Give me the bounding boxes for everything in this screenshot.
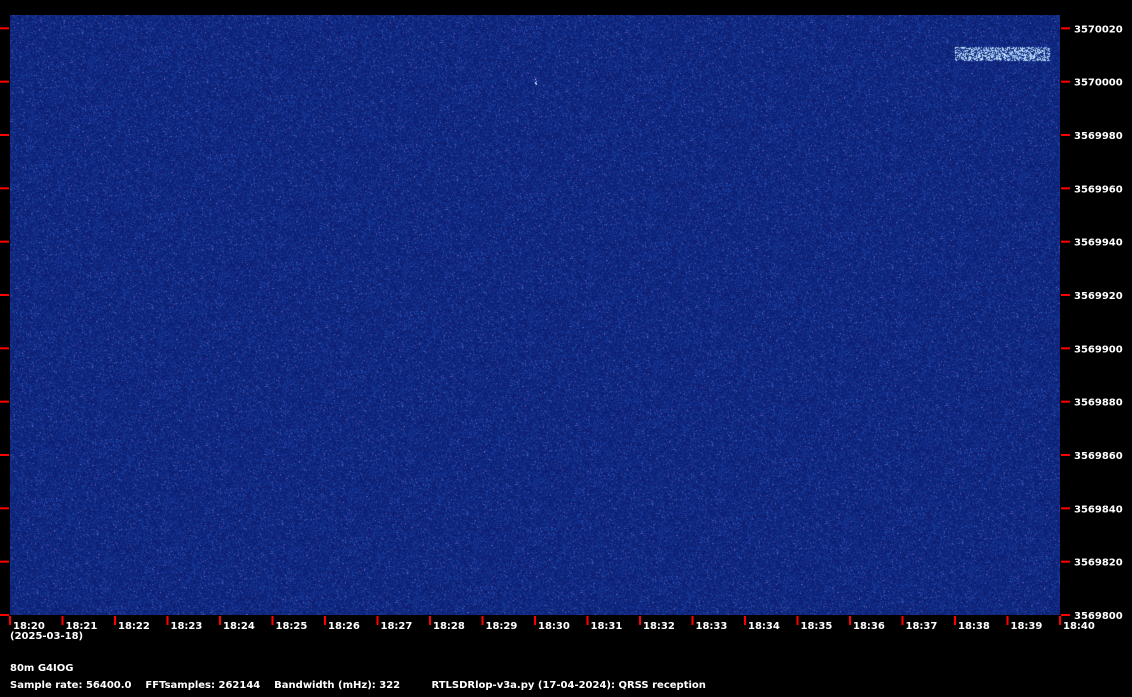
y-tick-label: 3569880 (1074, 398, 1123, 409)
y-tick-label: 3569840 (1074, 504, 1123, 515)
x-tick-label: 18:40 (1063, 621, 1095, 632)
x-tick-label: 18:33 (696, 621, 728, 632)
y-tick-label: 3569820 (1074, 558, 1123, 569)
x-tick-label: 18:31 (591, 621, 623, 632)
x-tick-label: 18:38 (958, 621, 990, 632)
x-tick-label: 18:37 (906, 621, 938, 632)
x-tick-label: 18:29 (486, 621, 518, 632)
y-tick-label: 3569900 (1074, 344, 1123, 355)
x-tick-label: 18:25 (276, 621, 308, 632)
x-tick-label: 18:36 (853, 621, 885, 632)
y-tick-label: 3569860 (1074, 451, 1123, 462)
axes-layer: 18:20 18:21 18:22 18:23 18:24 18:25 18:26 18:27… (0, 24, 1123, 632)
x-tick-label: 18:22 (118, 621, 150, 632)
y-tick-label: 3569940 (1074, 238, 1123, 249)
y-tick-label: 3569800 (1074, 611, 1123, 622)
y-tick-label: 3570000 (1074, 78, 1123, 89)
x-axis: 18:20 18:21 18:22 18:23 18:24 18:25 18:26 18:27… (9, 616, 1095, 632)
date-label: (2025-03-18) (10, 631, 84, 642)
y-tick-label: 3569960 (1074, 184, 1123, 195)
x-tick-label: 18:30 (538, 621, 570, 632)
x-tick-label: 18:32 (643, 621, 675, 632)
x-tick-label: 18:23 (171, 621, 203, 632)
y-axis: 3570020 3570000 3569980 3569960 3569940 35699… (0, 24, 1123, 622)
info-line: Sample rate: 56400.0 FFTsamples: 262144 … (10, 680, 706, 691)
y-tick-label: 3570020 (1074, 24, 1123, 35)
x-tick-label: 18:24 (223, 621, 255, 632)
x-tick-label: 18:28 (433, 621, 465, 632)
x-tick-label: 18:26 (328, 621, 360, 632)
x-tick-label: 18:39 (1011, 621, 1043, 632)
spectrogram-display: 18:20 18:21 18:22 18:23 18:24 18:25 18:26 18:27… (0, 0, 1132, 697)
band-label: 80m G4IOG (10, 663, 74, 674)
x-tick-label: 18:35 (801, 621, 833, 632)
x-tick-label: 18:34 (748, 621, 780, 632)
y-tick-label: 3569980 (1074, 131, 1123, 142)
y-tick-label: 3569920 (1074, 291, 1123, 302)
x-tick-label: 18:27 (381, 621, 413, 632)
